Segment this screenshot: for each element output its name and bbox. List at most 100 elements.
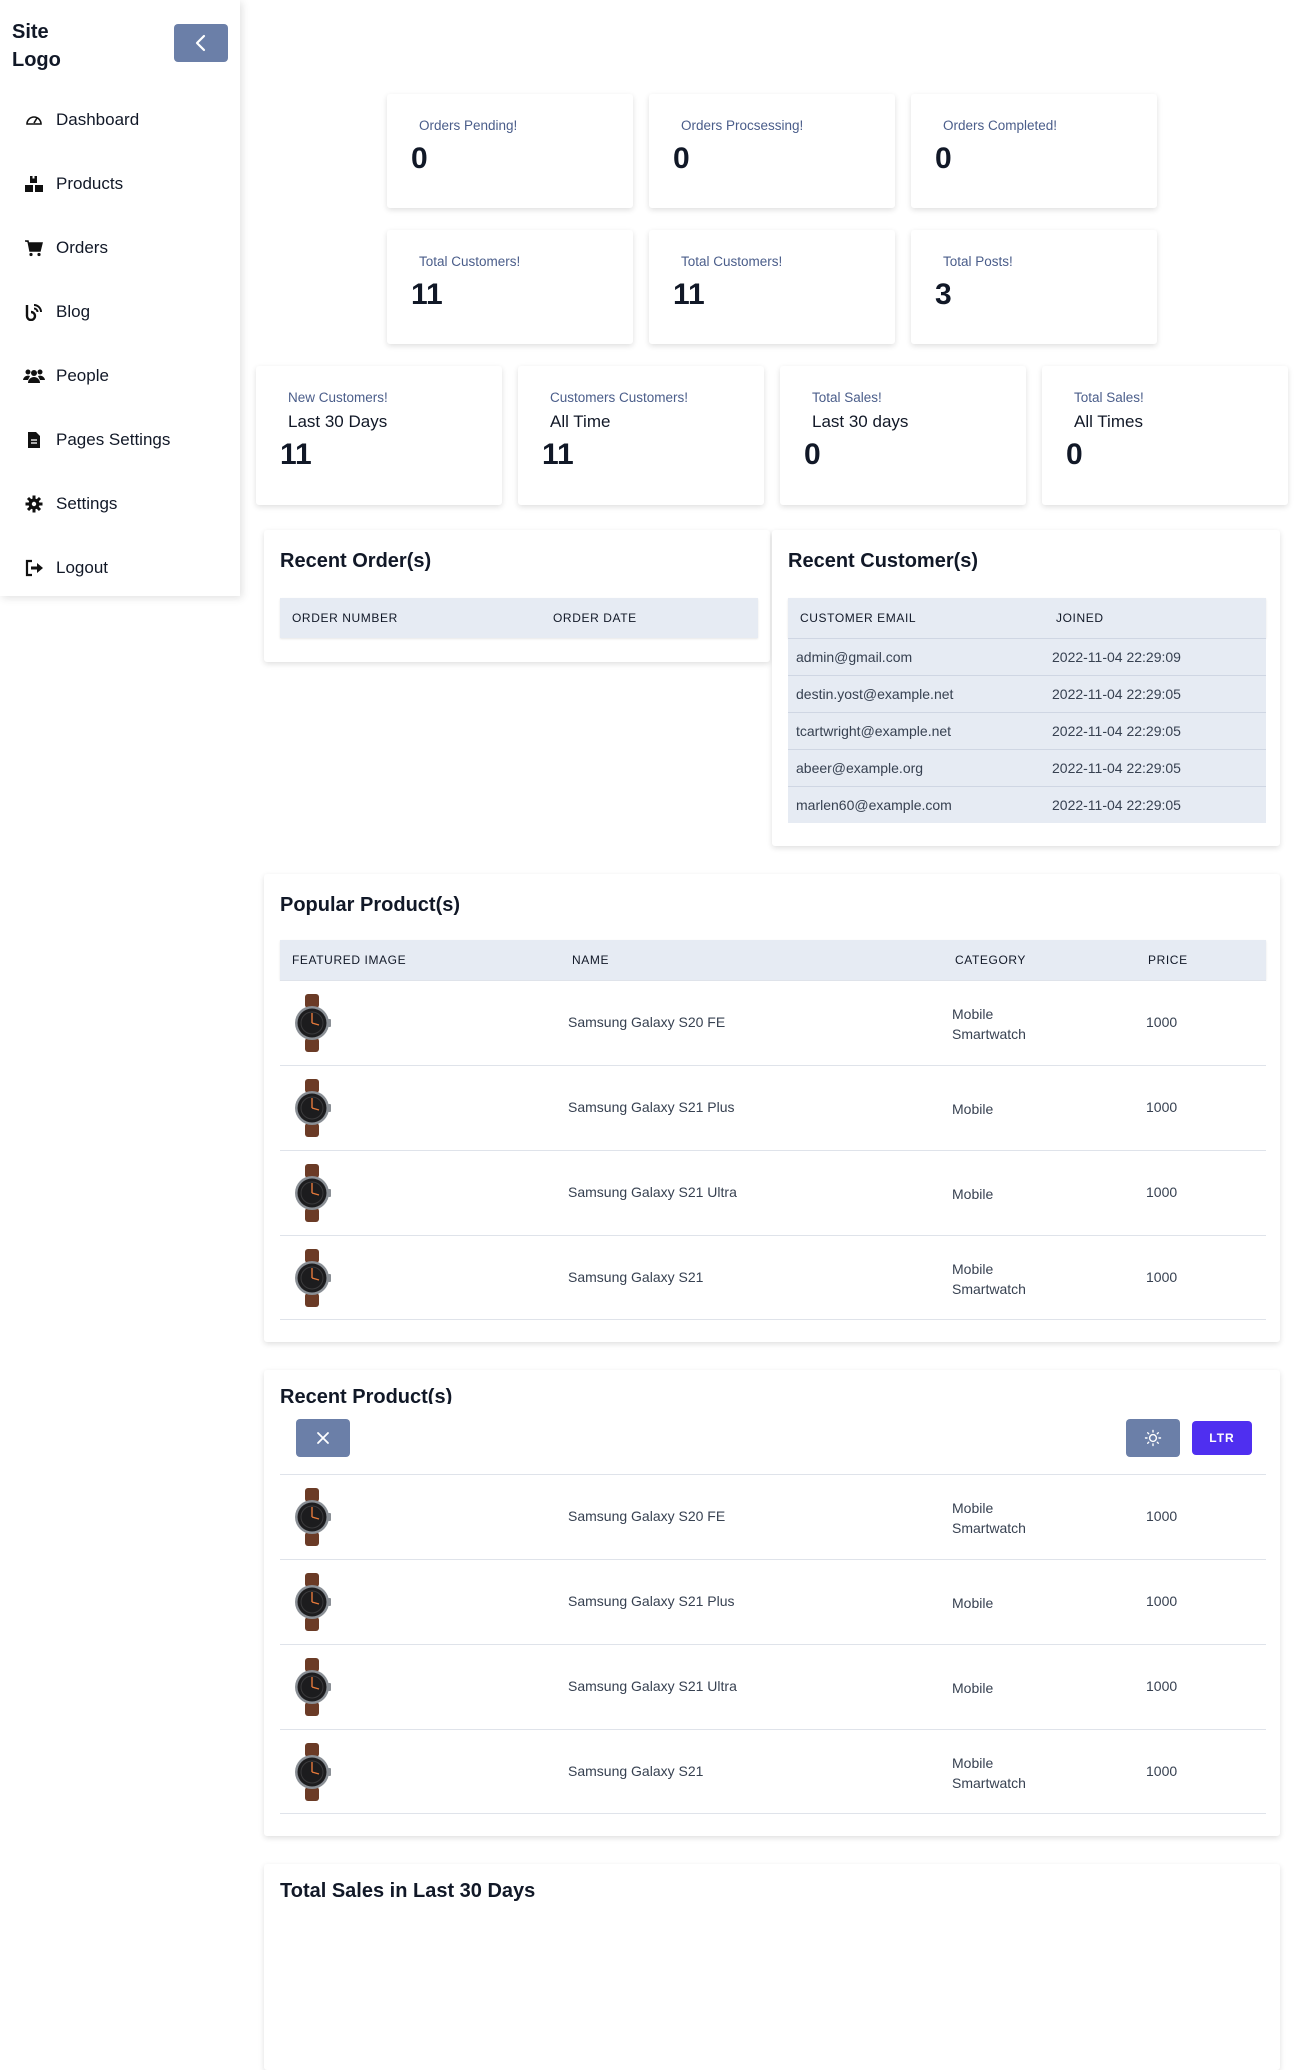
- column-header[interactable]: PRICE: [1148, 953, 1188, 967]
- product-price: 1000: [1146, 1678, 1178, 1694]
- recent-orders-title: Recent Order(s): [280, 550, 432, 572]
- category-tag: Mobile: [952, 1500, 994, 1516]
- customer-joined: 2022-11-04 22:29:05: [1052, 723, 1181, 739]
- column-header[interactable]: CUSTOMER EMAIL: [800, 611, 916, 625]
- product-image[interactable]: [292, 1488, 332, 1546]
- stat-label: Orders Pending!: [419, 118, 518, 133]
- product-image[interactable]: [292, 1079, 332, 1137]
- direction-toggle-button[interactable]: LTR: [1192, 1421, 1252, 1455]
- category-tag: Mobile: [952, 1186, 994, 1202]
- product-price: 1000: [1146, 1269, 1178, 1285]
- stat-value: 0: [935, 142, 952, 175]
- gear-icon: [22, 494, 46, 514]
- watch-thumbnail: [295, 1164, 331, 1222]
- product-name: Samsung Galaxy S21 Plus: [568, 1593, 735, 1609]
- watch-thumbnail: [295, 1573, 331, 1631]
- product-category: Mobile: [952, 1593, 993, 1613]
- customer-joined: 2022-11-04 22:29:05: [1052, 760, 1181, 776]
- table-row[interactable]: destin.yost@example.net 2022-11-04 22:29…: [788, 675, 1266, 712]
- sidebar-collapse-button[interactable]: [174, 24, 228, 62]
- sidebar-item-logout[interactable]: Logout: [0, 536, 240, 600]
- site-logo[interactable]: Site Logo: [12, 18, 102, 74]
- recent-customers-panel: Recent Customer(s) CUSTOMER EMAIL JOINED…: [772, 530, 1280, 846]
- sidebar-item-blog[interactable]: Blog: [0, 280, 240, 344]
- sidebar-item-label: Products: [56, 174, 124, 193]
- product-image[interactable]: [292, 1658, 332, 1716]
- product-image[interactable]: [292, 1573, 332, 1631]
- boxes-icon: [22, 174, 46, 194]
- sidebar-item-pages-settings[interactable]: Pages Settings: [0, 408, 240, 472]
- sidebar-item-dashboard[interactable]: Dashboard: [0, 88, 240, 152]
- product-price: 1000: [1146, 1593, 1178, 1609]
- table-row[interactable]: tcartwright@example.net 2022-11-04 22:29…: [788, 712, 1266, 749]
- category-tag: Smartwatch: [952, 1026, 1026, 1042]
- product-image[interactable]: [292, 1743, 332, 1801]
- category-tag: Mobile: [952, 1680, 994, 1696]
- product-image[interactable]: [292, 994, 332, 1052]
- sun-icon: [1144, 1429, 1162, 1447]
- column-header[interactable]: NAME: [572, 953, 609, 967]
- stat-label: Total Customers!: [681, 254, 783, 269]
- sidebar-item-label: Settings: [56, 494, 118, 513]
- column-header[interactable]: CATEGORY: [955, 953, 1026, 967]
- floating-toolbar: LTR: [264, 1404, 1280, 1466]
- stat-label: New Customers!: [288, 390, 388, 405]
- stat-value: 3: [935, 278, 952, 311]
- sidebar-item-label: Pages Settings: [56, 430, 171, 449]
- sidebar-item-people[interactable]: People: [0, 344, 240, 408]
- product-price: 1000: [1146, 1014, 1178, 1030]
- column-header[interactable]: ORDER NUMBER: [292, 611, 398, 625]
- customer-joined: 2022-11-04 22:29:05: [1052, 797, 1181, 813]
- theme-toggle-button[interactable]: [1126, 1419, 1180, 1457]
- column-header[interactable]: JOINED: [1056, 611, 1104, 625]
- watch-thumbnail: [295, 1249, 331, 1307]
- table-row[interactable]: Samsung Galaxy S21 Ultra Mobile 1000: [280, 1644, 1266, 1729]
- table-row[interactable]: Samsung Galaxy S20 FE Mobile Smartwatch …: [280, 1474, 1266, 1559]
- table-row[interactable]: Samsung Galaxy S21 Mobile Smartwatch 100…: [280, 1729, 1266, 1814]
- popular-products-table-header: FEATURED IMAGE NAME CATEGORY PRICE: [280, 940, 1266, 980]
- close-button[interactable]: [296, 1419, 350, 1457]
- recent-customers-title: Recent Customer(s): [788, 550, 979, 572]
- product-image[interactable]: [292, 1164, 332, 1222]
- sidebar-item-label: People: [56, 366, 109, 385]
- product-image[interactable]: [292, 1249, 332, 1307]
- table-row[interactable]: Samsung Galaxy S21 Mobile Smartwatch 100…: [280, 1235, 1266, 1320]
- sidebar-item-products[interactable]: Products: [0, 152, 240, 216]
- cart-icon: [22, 238, 46, 258]
- table-row[interactable]: Samsung Galaxy S21 Plus Mobile 1000: [280, 1559, 1266, 1644]
- product-category: Mobile: [952, 1184, 993, 1204]
- product-name: Samsung Galaxy S21: [568, 1763, 704, 1779]
- table-row[interactable]: marlen60@example.com 2022-11-04 22:29:05: [788, 786, 1266, 823]
- recent-customers-table-header: CUSTOMER EMAIL JOINED: [788, 598, 1266, 638]
- stat-label: Orders Completed!: [943, 118, 1058, 133]
- close-icon: [317, 1432, 329, 1444]
- product-price: 1000: [1146, 1184, 1178, 1200]
- sidebar-item-orders[interactable]: Orders: [0, 216, 240, 280]
- sidebar-item-settings[interactable]: Settings: [0, 472, 240, 536]
- customer-email: admin@gmail.com: [796, 649, 913, 665]
- popular-products-panel: Popular Product(s) FEATURED IMAGE NAME C…: [264, 874, 1280, 1342]
- stat-value: 0: [411, 142, 428, 175]
- table-row[interactable]: abeer@example.org 2022-11-04 22:29:05: [788, 749, 1266, 786]
- table-row[interactable]: Samsung Galaxy S21 Plus Mobile 1000: [280, 1065, 1266, 1150]
- product-name: Samsung Galaxy S21 Ultra: [568, 1184, 737, 1200]
- watch-thumbnail: [295, 1079, 331, 1137]
- product-name: Samsung Galaxy S21 Plus: [568, 1099, 735, 1115]
- product-price: 1000: [1146, 1508, 1178, 1524]
- table-row[interactable]: Samsung Galaxy S21 Ultra Mobile 1000: [280, 1150, 1266, 1235]
- category-tag: Mobile: [952, 1755, 994, 1771]
- column-header[interactable]: FEATURED IMAGE: [292, 953, 406, 967]
- stat-card-total-customers-2: Total Customers! 11: [649, 230, 895, 344]
- blog-icon: [22, 302, 46, 322]
- stat-card-orders-completed: Orders Completed! 0: [911, 94, 1157, 208]
- stat-card-total-customers: Total Customers! 11: [387, 230, 633, 344]
- stat-card-orders-pending: Orders Pending! 0: [387, 94, 633, 208]
- table-row[interactable]: admin@gmail.com 2022-11-04 22:29:09: [788, 638, 1266, 675]
- dashboard-gauge-icon: [22, 110, 46, 130]
- column-header[interactable]: ORDER DATE: [553, 611, 637, 625]
- sales-chart-panel: Total Sales in Last 30 Days: [264, 1864, 1280, 2070]
- stat-value: 11: [411, 278, 443, 311]
- table-row[interactable]: Samsung Galaxy S20 FE Mobile Smartwatch …: [280, 980, 1266, 1065]
- popular-products-title: Popular Product(s): [280, 894, 461, 916]
- sales-chart-title: Total Sales in Last 30 Days: [280, 1880, 536, 1902]
